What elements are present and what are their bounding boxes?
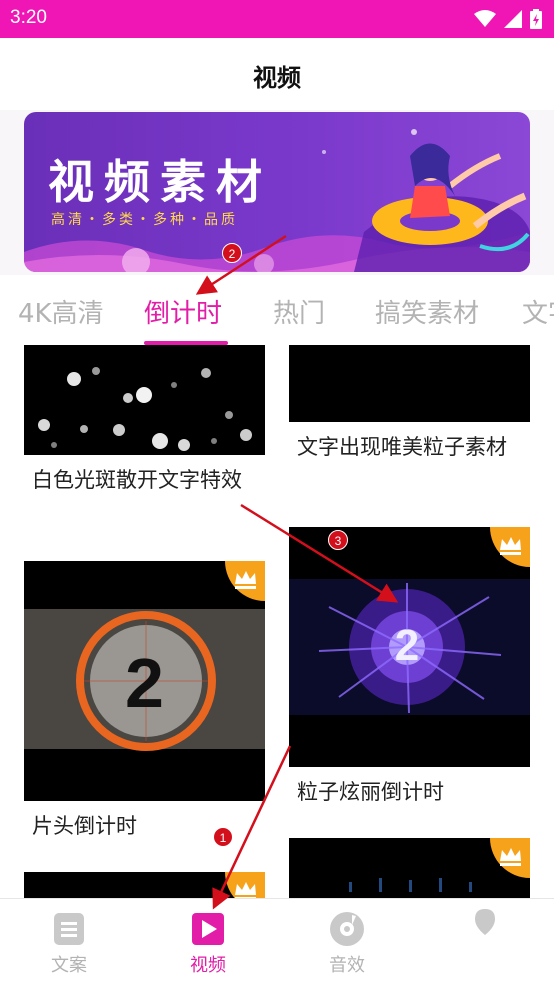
- video-title: 白色光斑散开文字特效: [32, 468, 242, 492]
- banner-title: 视频素材: [48, 155, 272, 209]
- tab-funny[interactable]: 搞笑素材: [375, 293, 479, 330]
- video-thumbnail: [24, 345, 265, 455]
- video-thumbnail: [24, 872, 265, 898]
- category-tabs: 4K高清 倒计时 热门 搞笑素材 文字: [0, 275, 554, 345]
- video-thumbnail: [289, 838, 530, 898]
- profile-icon: [475, 909, 495, 935]
- nav-item-sound-effects[interactable]: 音效: [302, 899, 392, 984]
- video-thumbnail: [289, 345, 530, 422]
- video-title: 粒子炫丽倒计时: [297, 780, 444, 804]
- nav-label: 音效: [329, 955, 365, 976]
- status-bar: 3:20: [0, 0, 554, 38]
- battery-icon: [530, 9, 542, 29]
- nav-label: 视频: [190, 955, 226, 976]
- video-card[interactable]: 2 粒子炫丽倒计时: [289, 527, 530, 817]
- crown-icon: [490, 527, 530, 567]
- annotation-marker-3: 3: [328, 530, 348, 550]
- status-time: 3:20: [10, 7, 47, 28]
- status-icons: [474, 8, 542, 30]
- thumb-countdown-number: 2: [125, 644, 164, 722]
- document-icon: [54, 913, 84, 945]
- girl-on-float-illustration: [372, 143, 530, 251]
- nav-item-copywriting[interactable]: 文案: [24, 899, 114, 984]
- tab-popular[interactable]: 热门: [273, 293, 325, 330]
- tab-text[interactable]: 文字: [522, 293, 554, 330]
- banner-subtitle: 高清・多类・多种・品质: [51, 212, 238, 228]
- banner[interactable]: 视频素材 高清・多类・多种・品质: [24, 112, 530, 272]
- crown-icon: [490, 838, 530, 878]
- bokeh-particles: [38, 367, 252, 451]
- app-header: 视频: [0, 38, 554, 110]
- annotation-marker-2: 2: [222, 243, 242, 263]
- nav-label: 文案: [51, 955, 87, 976]
- video-thumbnail: 2: [289, 527, 530, 767]
- video-thumbnail: 2: [24, 561, 265, 801]
- video-card[interactable]: 白色光斑散开文字特效: [24, 345, 265, 535]
- annotation-marker-1: 1: [213, 827, 233, 847]
- page-title: 视频: [253, 64, 301, 92]
- bottom-nav: 文案 视频 音效: [0, 898, 554, 984]
- video-card[interactable]: [289, 838, 530, 898]
- nav-item-video[interactable]: 视频: [163, 899, 253, 984]
- music-disc-icon: [330, 912, 364, 946]
- video-card[interactable]: [24, 872, 265, 898]
- crown-icon: [225, 872, 265, 898]
- video-play-icon: [192, 913, 224, 945]
- video-card[interactable]: 2 片头倒计时: [24, 561, 265, 851]
- tab-4k[interactable]: 4K高清: [18, 293, 104, 330]
- video-title: 文字出现唯美粒子素材: [297, 435, 507, 459]
- video-grid: 白色光斑散开文字特效 文字出现唯美粒子素材 2 片头倒计时 2 粒子炫丽倒计时: [0, 345, 554, 898]
- cell-signal-icon: [504, 10, 522, 28]
- video-card[interactable]: 文字出现唯美粒子素材: [289, 345, 530, 505]
- crown-icon: [225, 561, 265, 601]
- nav-item-profile[interactable]: [440, 899, 530, 984]
- wifi-icon: [474, 10, 496, 27]
- tab-countdown[interactable]: 倒计时: [144, 293, 222, 330]
- thumb-countdown-number: 2: [394, 621, 420, 670]
